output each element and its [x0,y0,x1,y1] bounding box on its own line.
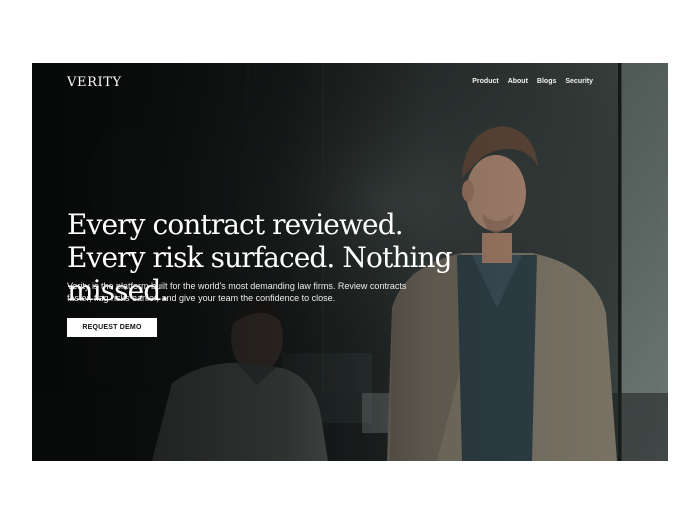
hero-section: VERITY Product About Blogs Security Ever… [32,63,668,461]
nav-link-about[interactable]: About [508,78,528,85]
hero-subheadline: Verity is the platform built for the wor… [67,281,407,303]
top-navigation: VERITY Product About Blogs Security [32,63,668,103]
nav-links: Product About Blogs Security [472,78,593,85]
nav-link-product[interactable]: Product [472,78,498,85]
nav-link-security[interactable]: Security [565,78,593,85]
nav-link-blogs[interactable]: Blogs [537,78,556,85]
request-demo-button[interactable]: REQUEST DEMO [67,318,157,337]
logo[interactable]: VERITY [67,75,122,90]
